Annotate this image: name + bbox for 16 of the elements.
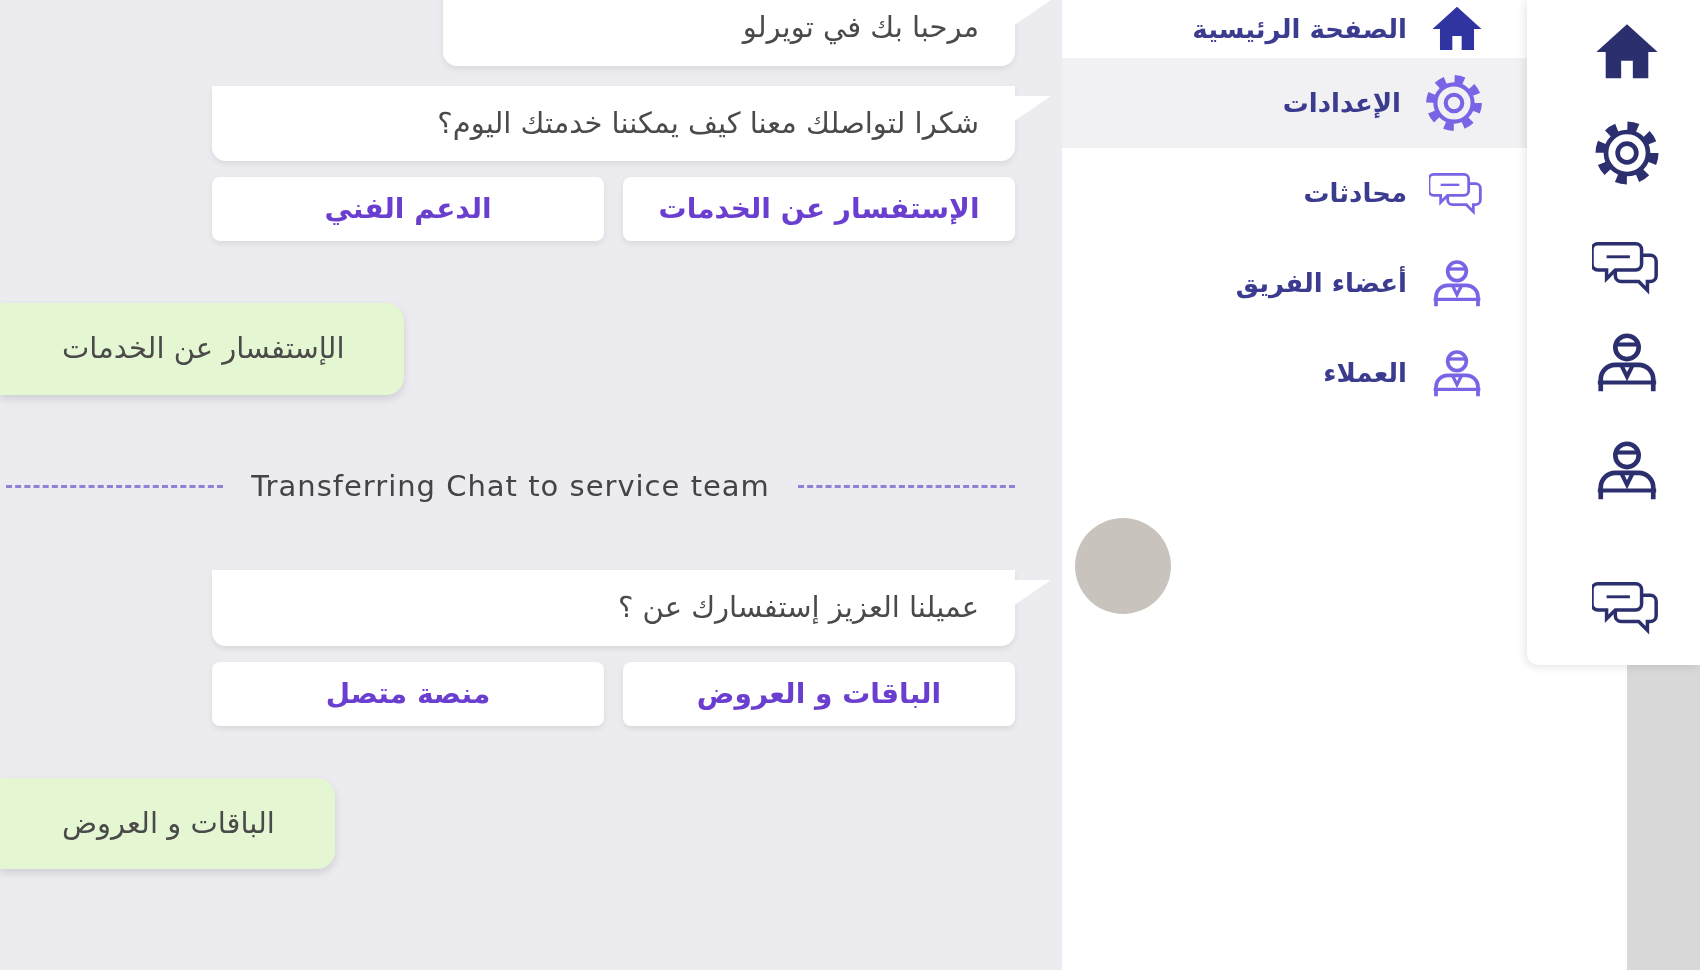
sidebar-item[interactable]: الصفحة الرئيسية — [1062, 0, 1527, 58]
message-bubble: مرحبا بك في تويرلو — [443, 0, 1015, 66]
option-button[interactable]: الدعم الفني — [212, 177, 604, 241]
option-button[interactable]: منصة متصل — [212, 661, 604, 726]
sidebar-item[interactable]: محادثات — [1062, 148, 1527, 238]
option-button[interactable]: الباقات و العروض — [623, 661, 1015, 726]
system-message: Transferring Chat to service team — [251, 467, 770, 505]
message-bubble: الباقات و العروض — [0, 777, 335, 869]
sidebar-item[interactable]: الإعدادات — [1062, 58, 1527, 148]
sidebar-item[interactable]: العملاء — [1062, 328, 1527, 418]
sidebar-item[interactable]: أعضاء الفريق — [1062, 238, 1527, 328]
message-bubble: الإستفسار عن الخدمات — [0, 303, 405, 395]
option-button[interactable]: الإستفسار عن الخدمات — [623, 177, 1015, 241]
settings-icon — [1423, 72, 1485, 134]
message-bubble: عميلنا العزيز إستفسارك عن ؟ — [212, 570, 1015, 646]
message-bubble: شكرا لتواصلك معنا كيف يمكننا خدمتك اليوم؟ — [212, 85, 1015, 161]
